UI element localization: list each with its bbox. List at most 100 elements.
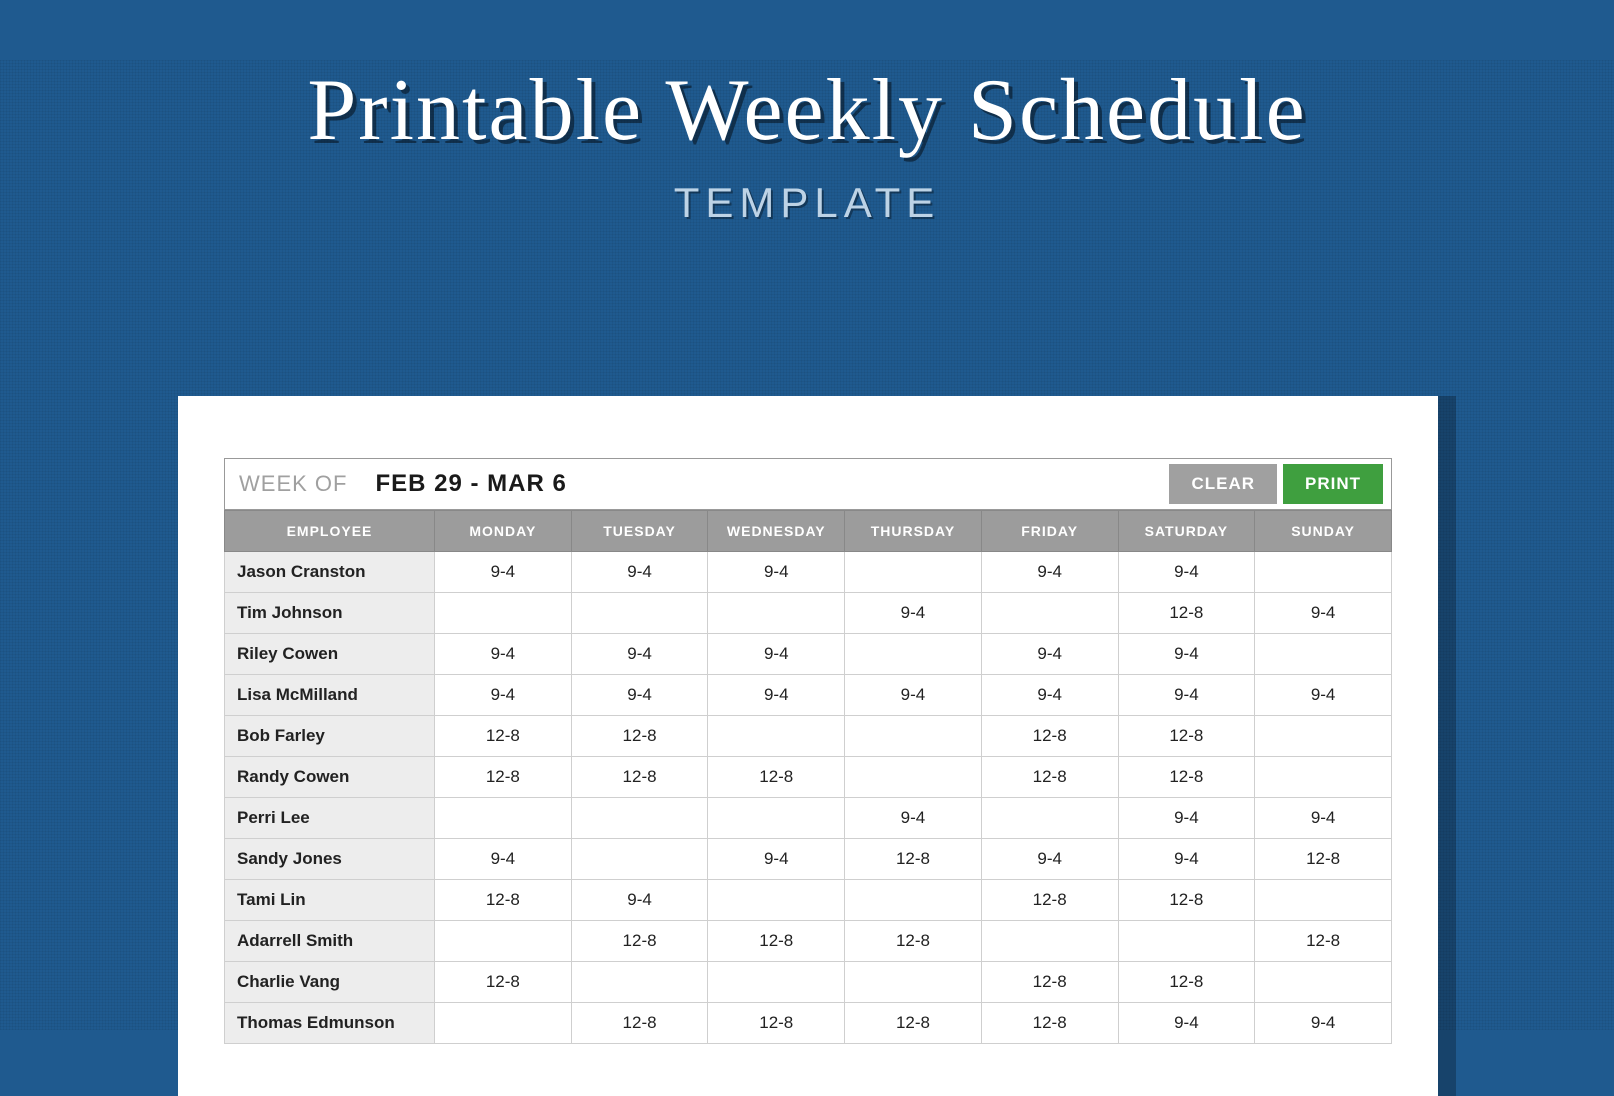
- cell-employee: Bob Farley: [225, 716, 435, 757]
- cell-shift: [708, 962, 845, 1003]
- cell-shift: 9-4: [981, 839, 1118, 880]
- col-saturday: SATURDAY: [1118, 511, 1255, 552]
- cell-shift: [708, 798, 845, 839]
- cell-shift: 12-8: [1118, 757, 1255, 798]
- cell-shift: 9-4: [435, 634, 572, 675]
- cell-shift: 9-4: [845, 798, 982, 839]
- cell-shift: 12-8: [1118, 880, 1255, 921]
- cell-shift: 9-4: [1255, 593, 1392, 634]
- cell-shift: [708, 880, 845, 921]
- cell-shift: 9-4: [1118, 675, 1255, 716]
- cell-shift: 12-8: [981, 962, 1118, 1003]
- cell-shift: [845, 757, 982, 798]
- cell-shift: [435, 921, 572, 962]
- cell-shift: [1255, 716, 1392, 757]
- cell-shift: 9-4: [1118, 552, 1255, 593]
- cell-shift: 12-8: [571, 757, 708, 798]
- cell-shift: 12-8: [708, 757, 845, 798]
- cell-shift: 9-4: [981, 552, 1118, 593]
- table-row: Tami Lin12-89-412-812-8: [225, 880, 1392, 921]
- cell-shift: 9-4: [708, 675, 845, 716]
- cell-shift: [1118, 921, 1255, 962]
- table-header-row: EMPLOYEE MONDAY TUESDAY WEDNESDAY THURSD…: [225, 511, 1392, 552]
- cell-shift: [981, 798, 1118, 839]
- print-button[interactable]: PRINT: [1283, 464, 1383, 504]
- cell-shift: [435, 593, 572, 634]
- cell-shift: [981, 921, 1118, 962]
- table-row: Thomas Edmunson12-812-812-812-89-49-4: [225, 1003, 1392, 1044]
- cell-employee: Tami Lin: [225, 880, 435, 921]
- cell-shift: 9-4: [1118, 839, 1255, 880]
- cell-employee: Randy Cowen: [225, 757, 435, 798]
- table-row: Sandy Jones9-49-412-89-49-412-8: [225, 839, 1392, 880]
- cell-shift: 12-8: [1118, 962, 1255, 1003]
- cell-shift: 12-8: [435, 880, 572, 921]
- cell-shift: 9-4: [571, 634, 708, 675]
- cell-employee: Tim Johnson: [225, 593, 435, 634]
- col-monday: MONDAY: [435, 511, 572, 552]
- cell-shift: 12-8: [1255, 921, 1392, 962]
- cell-shift: [435, 1003, 572, 1044]
- cell-shift: [435, 798, 572, 839]
- cell-shift: 9-4: [571, 552, 708, 593]
- table-row: Riley Cowen9-49-49-49-49-4: [225, 634, 1392, 675]
- page-title: Printable Weekly Schedule: [0, 60, 1614, 161]
- cell-shift: 9-4: [981, 634, 1118, 675]
- cell-shift: 9-4: [1255, 675, 1392, 716]
- col-wednesday: WEDNESDAY: [708, 511, 845, 552]
- cell-shift: 12-8: [845, 921, 982, 962]
- cell-employee: Sandy Jones: [225, 839, 435, 880]
- table-row: Charlie Vang12-812-812-8: [225, 962, 1392, 1003]
- toolbar: WEEK OF FEB 29 - MAR 6 CLEAR PRINT: [224, 458, 1392, 510]
- cell-shift: 9-4: [1255, 798, 1392, 839]
- cell-shift: 12-8: [981, 716, 1118, 757]
- cell-shift: 9-4: [1118, 1003, 1255, 1044]
- cell-shift: 12-8: [435, 962, 572, 1003]
- col-sunday: SUNDAY: [1255, 511, 1392, 552]
- cell-shift: 12-8: [571, 1003, 708, 1044]
- table-row: Randy Cowen12-812-812-812-812-8: [225, 757, 1392, 798]
- cell-shift: 9-4: [1118, 634, 1255, 675]
- col-friday: FRIDAY: [981, 511, 1118, 552]
- cell-employee: Charlie Vang: [225, 962, 435, 1003]
- cell-shift: 9-4: [571, 880, 708, 921]
- cell-shift: 9-4: [1118, 798, 1255, 839]
- cell-shift: 9-4: [845, 593, 982, 634]
- document-card: WEEK OF FEB 29 - MAR 6 CLEAR PRINT EMPLO…: [178, 396, 1438, 1096]
- cell-shift: 9-4: [1255, 1003, 1392, 1044]
- cell-shift: [845, 634, 982, 675]
- cell-shift: 12-8: [1255, 839, 1392, 880]
- cell-employee: Riley Cowen: [225, 634, 435, 675]
- cell-employee: Adarrell Smith: [225, 921, 435, 962]
- cell-shift: 12-8: [981, 1003, 1118, 1044]
- cell-shift: 9-4: [708, 634, 845, 675]
- cell-shift: 12-8: [435, 757, 572, 798]
- cell-shift: 9-4: [981, 675, 1118, 716]
- cell-shift: [708, 716, 845, 757]
- col-employee: EMPLOYEE: [225, 511, 435, 552]
- cell-shift: 9-4: [708, 839, 845, 880]
- cell-shift: 9-4: [571, 675, 708, 716]
- cell-shift: [571, 798, 708, 839]
- cell-shift: 12-8: [435, 716, 572, 757]
- table-row: Adarrell Smith12-812-812-812-8: [225, 921, 1392, 962]
- cell-shift: [845, 962, 982, 1003]
- cell-shift: 12-8: [981, 880, 1118, 921]
- cell-shift: 9-4: [708, 552, 845, 593]
- cell-shift: [571, 839, 708, 880]
- cell-shift: 12-8: [845, 839, 982, 880]
- cell-shift: 9-4: [435, 839, 572, 880]
- cell-shift: 12-8: [571, 716, 708, 757]
- cell-shift: 12-8: [1118, 716, 1255, 757]
- table-row: Lisa McMilland9-49-49-49-49-49-49-4: [225, 675, 1392, 716]
- cell-shift: [1255, 757, 1392, 798]
- cell-shift: 12-8: [845, 1003, 982, 1044]
- cell-shift: 9-4: [435, 675, 572, 716]
- cell-shift: [571, 962, 708, 1003]
- cell-shift: 12-8: [571, 921, 708, 962]
- clear-button[interactable]: CLEAR: [1169, 464, 1277, 504]
- cell-shift: [1255, 552, 1392, 593]
- col-tuesday: TUESDAY: [571, 511, 708, 552]
- col-thursday: THURSDAY: [845, 511, 982, 552]
- cell-employee: Lisa McMilland: [225, 675, 435, 716]
